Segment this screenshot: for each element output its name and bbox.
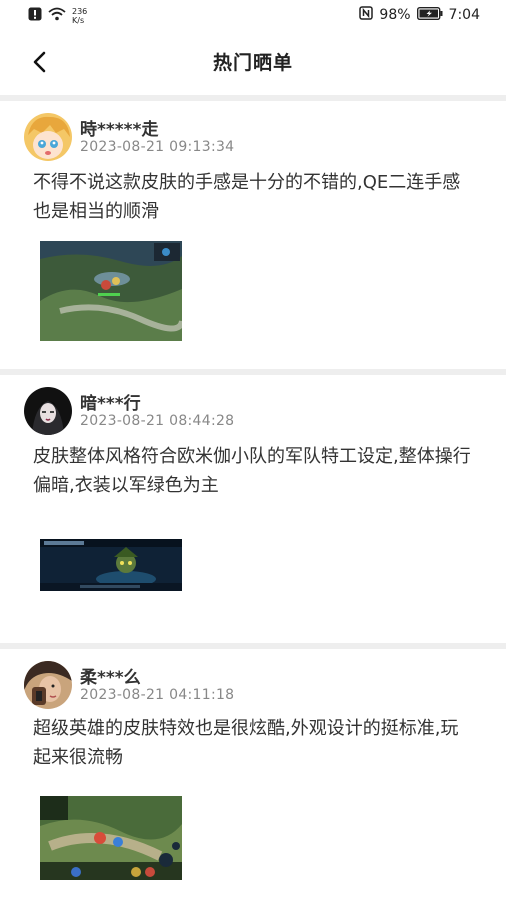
post-image[interactable] bbox=[40, 539, 182, 591]
post-text: 超级英雄的皮肤特效也是很炫酷,外观设计的挺标准,玩起来很流畅 bbox=[33, 718, 459, 768]
post-timestamp: 2023-08-21 04:11:18 bbox=[80, 687, 235, 703]
nav-bar: 热门晒单 bbox=[0, 30, 506, 96]
post-text: 不得不说这款皮肤的手感是十分的不错的,QE二连手感也是相当的顺滑 bbox=[33, 172, 461, 222]
post-card[interactable]: 時*****走 2023-08-21 09:13:34 不得不说这款皮肤的手感是… bbox=[0, 101, 506, 369]
network-speed-unit: K/s bbox=[72, 16, 85, 25]
post-timestamp: 2023-08-21 08:44:28 bbox=[80, 413, 235, 429]
page-title: 热门晒单 bbox=[212, 52, 293, 74]
battery-percent: 98% bbox=[379, 7, 411, 23]
username[interactable]: 時*****走 bbox=[80, 115, 158, 140]
avatar[interactable] bbox=[24, 387, 72, 435]
wifi-icon bbox=[48, 7, 66, 25]
status-bar: 236 K/s 98% 7:04 bbox=[0, 0, 506, 30]
network-speed-value: 236 bbox=[72, 7, 88, 16]
avatar[interactable] bbox=[24, 113, 72, 161]
username[interactable]: 柔***么 bbox=[80, 663, 141, 688]
post-card[interactable]: 柔***么 2023-08-21 04:11:18 超级英雄的皮肤特效也是很炫酷… bbox=[0, 649, 506, 900]
username[interactable]: 暗***行 bbox=[80, 389, 141, 414]
notification-alert-icon bbox=[28, 7, 42, 25]
post-image[interactable] bbox=[40, 796, 182, 880]
avatar[interactable] bbox=[24, 661, 72, 709]
nfc-icon bbox=[359, 6, 374, 24]
post-text: 皮肤整体风格符合欧米伽小队的军队特工设定,整体操行偏暗,衣装以军绿色为主 bbox=[33, 446, 471, 496]
network-speed: 236 K/s bbox=[72, 7, 87, 25]
post-card[interactable]: 暗***行 2023-08-21 08:44:28 皮肤整体风格符合欧米伽小队的… bbox=[0, 375, 506, 643]
clock: 7:04 bbox=[448, 7, 480, 23]
post-timestamp: 2023-08-21 09:13:34 bbox=[80, 139, 235, 155]
battery-icon bbox=[416, 6, 443, 24]
post-image[interactable] bbox=[40, 241, 182, 341]
